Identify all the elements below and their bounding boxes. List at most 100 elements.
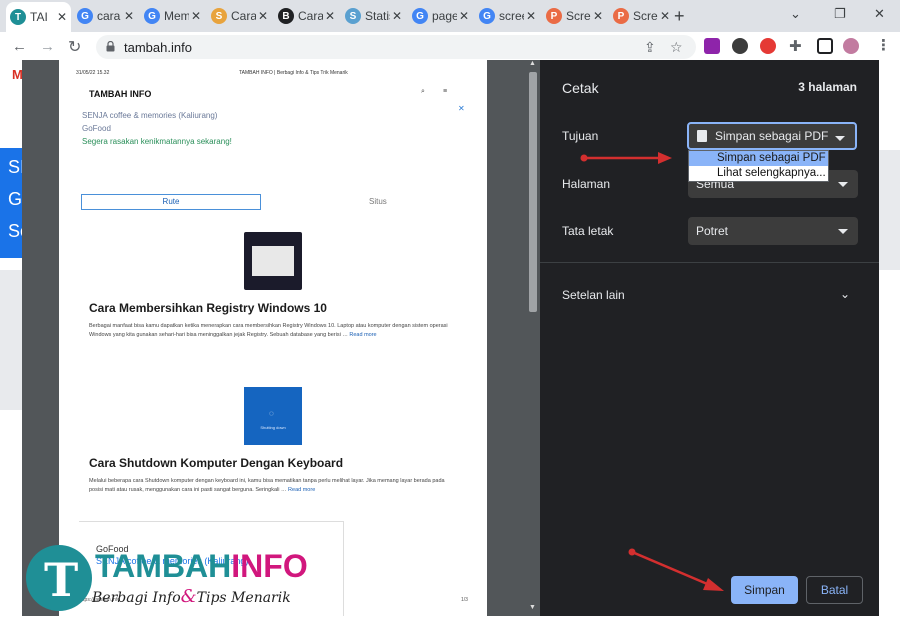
tab-favicon-icon: G bbox=[144, 8, 160, 24]
print-settings-panel: Cetak 3 halaman Tujuan Simpan sebagai PD… bbox=[540, 60, 879, 616]
extension-icon[interactable] bbox=[704, 38, 720, 54]
ad-title: SENJA coffee & memories (Kaliurang) bbox=[82, 111, 218, 120]
scroll-down-icon[interactable]: ▼ bbox=[529, 604, 536, 611]
tagline-part-a: Berbagi Info bbox=[92, 590, 181, 606]
tab-label: Memb bbox=[164, 9, 189, 23]
document-icon bbox=[697, 130, 707, 142]
share-icon[interactable]: ⇪ bbox=[644, 39, 656, 56]
tab-close-icon[interactable]: ✕ bbox=[57, 10, 67, 24]
tab-strip: TTAI✕Gcara m✕GMemb✕SCara M✕BCara M✕SStat… bbox=[0, 0, 900, 32]
browser-tab[interactable]: B Cara M✕ bbox=[274, 4, 339, 28]
browser-tab[interactable]: Gpage c✕ bbox=[408, 4, 473, 28]
tab-close-icon[interactable]: ✕ bbox=[325, 9, 335, 23]
tab-close-icon[interactable]: ✕ bbox=[526, 9, 536, 23]
tab-favicon-icon: T bbox=[10, 9, 26, 25]
browser-tab[interactable]: P Screen✕ bbox=[542, 4, 607, 28]
close-window-button[interactable]: ✕ bbox=[874, 6, 885, 22]
browser-tab[interactable]: Gscreen✕ bbox=[475, 4, 540, 28]
chevron-down-icon[interactable]: ⌄ bbox=[840, 287, 850, 301]
preview-page: 31/05/22 15.32 TAMBAH INFO | Berbagi Inf… bbox=[59, 60, 487, 616]
article-excerpt: Berbagai manfaat bisa kamu dapatkan keti… bbox=[89, 322, 459, 340]
tab-favicon-icon: P bbox=[546, 8, 562, 24]
search-icon: ⌕ bbox=[421, 88, 425, 95]
article-excerpt: Melalui beberapa cara Shutdown komputer … bbox=[89, 477, 459, 495]
more-settings-toggle[interactable]: Setelan lain bbox=[562, 288, 625, 302]
tab-close-icon[interactable]: ✕ bbox=[258, 9, 268, 23]
cancel-button[interactable]: Batal bbox=[806, 576, 863, 604]
watermark-tagline: Berbagi Info&Tips Menarik bbox=[92, 586, 291, 607]
destination-value: Simpan sebagai PDF bbox=[715, 129, 829, 143]
back-icon[interactable]: ← bbox=[12, 38, 27, 55]
tagline-part-b: Tips Menarik bbox=[196, 590, 291, 606]
excerpt-text: Melalui beberapa cara Shutdown komputer … bbox=[89, 478, 445, 493]
page-count: 3 halaman bbox=[798, 80, 857, 94]
watermark-logo: T bbox=[26, 545, 92, 611]
browser-tab[interactable]: S Statist✕ bbox=[341, 4, 406, 28]
browser-tab[interactable]: S Cara M✕ bbox=[207, 4, 272, 28]
browser-tab[interactable]: Gcara m✕ bbox=[73, 4, 138, 28]
restore-button[interactable]: ❐ bbox=[834, 6, 846, 22]
destination-label: Tujuan bbox=[562, 129, 599, 143]
layout-label: Tata letak bbox=[562, 224, 614, 238]
tab-close-icon[interactable]: ✕ bbox=[593, 9, 603, 23]
tab-situs: Situs bbox=[369, 197, 387, 206]
bookmark-star-icon[interactable]: ☆ bbox=[670, 39, 683, 56]
print-header-title: TAMBAH INFO | Berbagi Info & Tips Trik M… bbox=[239, 70, 348, 76]
ad-brand: GoFood bbox=[82, 124, 111, 133]
extension-color-icon[interactable] bbox=[760, 38, 776, 54]
print-title: Cetak bbox=[562, 80, 599, 96]
tab-close-icon[interactable]: ✕ bbox=[660, 9, 670, 23]
tab-favicon-icon: G bbox=[77, 8, 93, 24]
menu-kebab-icon[interactable]: ⋮ bbox=[876, 36, 891, 54]
background-banner: SI G Sc bbox=[0, 148, 30, 258]
tab-close-icon[interactable]: ✕ bbox=[191, 9, 201, 23]
layout-select[interactable]: Potret bbox=[688, 217, 858, 245]
minimize-button[interactable]: ⌄ bbox=[790, 6, 801, 22]
watermark-brand-b: INFO bbox=[231, 548, 308, 584]
excerpt-text: Berbagai manfaat bisa kamu dapatkan keti… bbox=[89, 323, 448, 338]
tab-close-icon[interactable]: ✕ bbox=[459, 9, 469, 23]
new-tab-button[interactable]: + bbox=[674, 6, 685, 27]
browser-tab[interactable]: T TAI ✕ bbox=[6, 2, 71, 32]
tab-label: page c bbox=[432, 9, 457, 23]
chevron-down-icon bbox=[835, 136, 845, 141]
article-title: Cara Shutdown Komputer Dengan Keyboard bbox=[89, 456, 344, 470]
dropdown-option-see-more[interactable]: Lihat selengkapnya... bbox=[689, 166, 828, 181]
watermark-brand-a: TAMBAH bbox=[95, 548, 232, 584]
forward-icon[interactable]: → bbox=[40, 38, 55, 55]
tab-label: Screen bbox=[633, 9, 658, 23]
tab-close-icon[interactable]: ✕ bbox=[392, 9, 402, 23]
extension-k-icon[interactable] bbox=[732, 38, 748, 54]
tagline-amp: & bbox=[180, 586, 197, 607]
tab-label: Cara M bbox=[298, 9, 323, 23]
puzzle-icon[interactable]: ✚ bbox=[789, 37, 802, 55]
side-panel-icon[interactable] bbox=[817, 38, 833, 54]
tab-favicon-icon: B bbox=[278, 8, 294, 24]
divider bbox=[540, 262, 879, 263]
thumbnail-caption: Shutting down bbox=[260, 425, 286, 430]
dropdown-option-save-pdf[interactable]: Simpan sebagai PDF bbox=[689, 151, 828, 166]
article-thumbnail: ◌ Shutting down bbox=[244, 387, 302, 445]
tab-label: screen bbox=[499, 9, 524, 23]
banner-text-3: Sc bbox=[8, 221, 30, 241]
tab-favicon-icon: G bbox=[412, 8, 428, 24]
tab-close-icon[interactable]: ✕ bbox=[124, 9, 134, 23]
save-button[interactable]: Simpan bbox=[731, 576, 798, 604]
article-thumbnail bbox=[244, 232, 302, 290]
scroll-up-icon[interactable]: ▲ bbox=[529, 60, 536, 67]
destination-dropdown: Simpan sebagai PDF Lihat selengkapnya... bbox=[688, 150, 829, 182]
destination-select[interactable]: Simpan sebagai PDF bbox=[687, 122, 857, 150]
read-more-link: Read more bbox=[349, 332, 377, 338]
reload-icon[interactable]: ↻ bbox=[68, 37, 81, 57]
profile-avatar[interactable] bbox=[843, 38, 859, 54]
address-bar[interactable]: tambah.info ⇪ ☆ bbox=[96, 35, 696, 59]
spinner-icon: ◌ bbox=[269, 409, 274, 418]
browser-tab[interactable]: G Memb✕ bbox=[140, 4, 205, 28]
lock-icon bbox=[106, 41, 115, 52]
browser-tab[interactable]: P Screen✕ bbox=[609, 4, 674, 28]
scrollbar-thumb[interactable] bbox=[529, 72, 537, 312]
banner-text-1: SI bbox=[8, 157, 26, 177]
ad-text: Segera rasakan kenikmatannya sekarang! bbox=[82, 137, 232, 146]
article-title: Cara Membersihkan Registry Windows 10 bbox=[89, 301, 327, 315]
preview-scrollbar[interactable]: ▲ ▼ bbox=[526, 60, 540, 616]
